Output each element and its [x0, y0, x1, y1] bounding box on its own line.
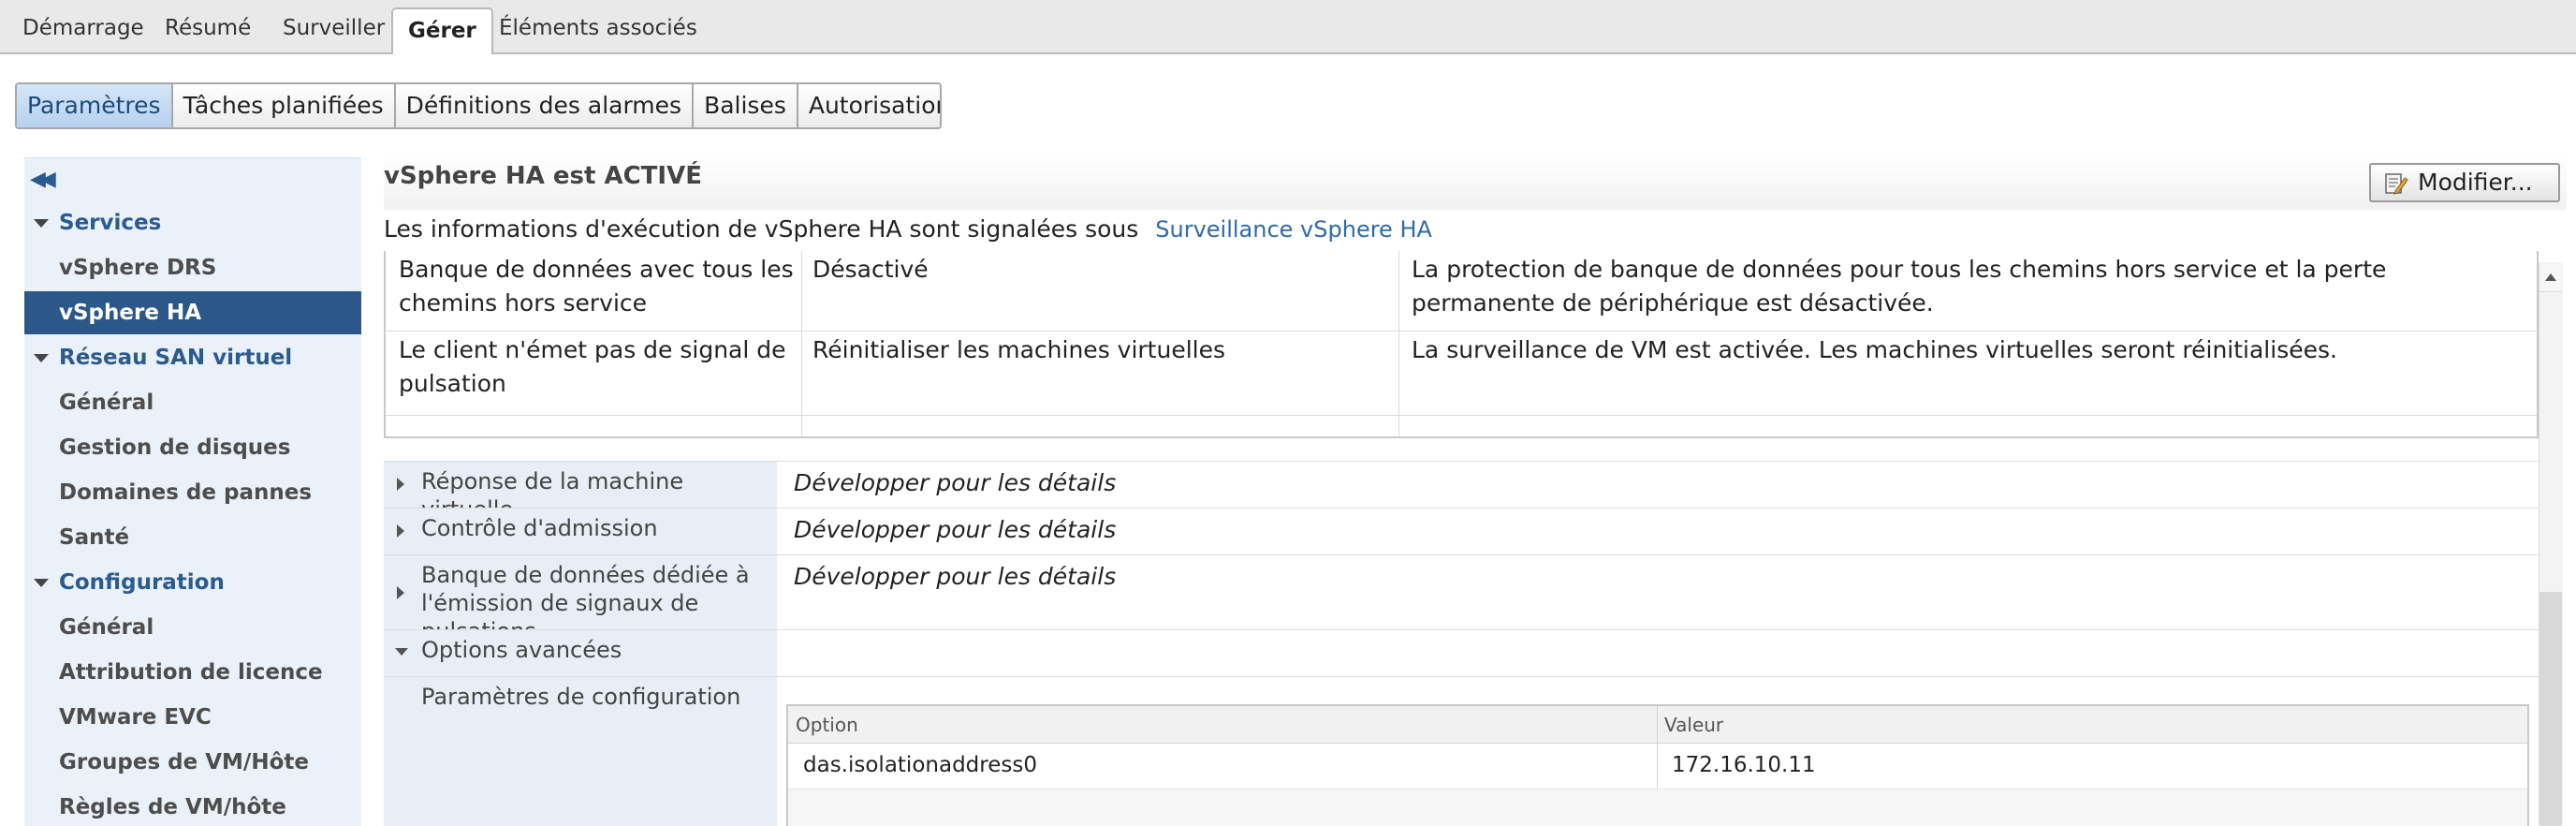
collapse-arrow-icon[interactable] — [395, 648, 408, 656]
property-label: Contrôle d'admission — [421, 515, 658, 541]
subtab-definitions-alarmes[interactable]: Définitions des alarmes — [395, 84, 695, 127]
sidebar-item-domaines-pannes[interactable]: Domaines de pannes — [24, 471, 361, 514]
scrollbar-thumb[interactable] — [2539, 592, 2562, 826]
caret-down-icon — [34, 219, 49, 228]
failure-response: Réinitialiser les machines virtuelles — [812, 336, 1226, 363]
column-header-valeur[interactable]: Valeur — [1664, 714, 1723, 736]
ha-monitoring-link[interactable]: Surveillance vSphere HA — [1155, 216, 1432, 243]
collapse-sidebar-icon[interactable]: ◀◀ — [30, 166, 56, 194]
expand-arrow-icon[interactable] — [397, 478, 404, 491]
sidebar-group-label: Réseau SAN virtuel — [59, 346, 293, 370]
edit-button[interactable]: Modifier... — [2369, 163, 2560, 202]
column-header-option[interactable]: Option — [796, 714, 858, 736]
subtab-autorisations[interactable]: Autorisations — [798, 84, 940, 127]
property-label-cell: Options avancées — [384, 630, 777, 676]
property-row-reponse-vm[interactable]: Réponse de la machine virtuelle Développ… — [384, 461, 2539, 523]
property-label: Options avancées — [421, 637, 622, 663]
property-value: Développer pour les détails — [794, 516, 1117, 543]
sidebar-group-services[interactable]: Services — [24, 201, 361, 244]
tab-surveiller[interactable]: Surveiller — [283, 11, 385, 54]
caret-down-icon — [34, 354, 49, 362]
config-params-label: Paramètres de configuration — [421, 684, 741, 710]
advanced-options-grid: Option Valeur das.isolationaddress0 172.… — [786, 704, 2529, 826]
page-title: vSphere HA est ACTIVÉ — [384, 162, 702, 190]
edit-settings-icon — [2385, 173, 2408, 195]
sidebar-group-label: Services — [59, 211, 162, 235]
property-row-banque-signaux-pulsations[interactable]: Banque de données dédiée à l'émission de… — [384, 554, 2539, 644]
property-label-cell: Banque de données dédiée à l'émission de… — [384, 555, 777, 644]
subtab-taches-planifiees[interactable]: Tâches planifiées — [172, 84, 396, 127]
tab-resume[interactable]: Résumé — [165, 11, 251, 54]
table-row: Banque de données avec tous les chemins … — [386, 251, 2537, 332]
expand-arrow-icon[interactable] — [397, 524, 404, 538]
sidebar-item-general-vsan[interactable]: Général — [24, 381, 361, 424]
property-row-controle-admission[interactable]: Contrôle d'admission Développer pour les… — [384, 508, 2539, 554]
failure-details: La surveillance de VM est activée. Les m… — [1412, 336, 2337, 363]
tab-demarrage[interactable]: Démarrage — [22, 11, 144, 54]
sidebar-item-sante[interactable]: Santé — [24, 516, 361, 559]
expand-arrow-icon[interactable] — [397, 586, 404, 599]
sidebar-item-general-config[interactable]: Général — [24, 606, 361, 649]
sub-tab-bar: Paramètres Tâches planifiées Définitions… — [15, 82, 942, 129]
subtab-balises[interactable]: Balises — [694, 84, 798, 127]
property-label-cell: Réponse de la machine virtuelle — [384, 462, 777, 523]
failure-response-table: Banque de données avec tous les chemins … — [384, 251, 2539, 438]
sidebar-item-vsphere-ha[interactable]: vSphere HA — [24, 291, 361, 334]
caret-down-icon — [34, 579, 49, 587]
info-text: Les informations d'exécution de vSphere … — [384, 215, 1139, 243]
property-value: Développer pour les détails — [794, 563, 1117, 590]
sidebar-group-label: Configuration — [59, 570, 225, 595]
failure-response: Désactivé — [812, 256, 929, 283]
sidebar-group-reseau-san-virtuel[interactable]: Réseau SAN virtuel — [24, 336, 361, 379]
subtab-parametres[interactable]: Paramètres — [17, 84, 173, 127]
top-tab-bar: Démarrage Résumé Surveiller Gérer Élémen… — [0, 0, 2576, 54]
property-value — [777, 630, 2539, 676]
info-line: Les informations d'exécution de vSphere … — [384, 215, 1432, 243]
option-value-cell[interactable]: 172.16.10.11 — [1672, 753, 1816, 777]
grid-header: Option Valeur — [788, 706, 2527, 744]
table-row: Le client n'émet pas de signal de pulsat… — [386, 332, 2537, 416]
edit-button-label: Modifier... — [2418, 169, 2533, 196]
tab-elements-associes[interactable]: Éléments associés — [499, 11, 697, 54]
sidebar-item-attribution-licence[interactable]: Attribution de licence — [24, 651, 361, 694]
ha-header — [384, 157, 2567, 210]
option-name-cell[interactable]: das.isolationaddress0 — [803, 753, 1037, 777]
settings-sidebar: ◀◀ Services vSphere DRS vSphere HA Résea… — [24, 157, 361, 826]
failure-condition: Banque de données avec tous les chemins … — [399, 256, 794, 317]
sidebar-item-vmware-evc[interactable]: VMware EVC — [24, 696, 361, 739]
property-row-options-avancees[interactable]: Options avancées — [384, 629, 2539, 676]
tab-gerer[interactable]: Gérer — [391, 7, 493, 54]
property-label-cell: Paramètres de configuration — [384, 677, 777, 826]
property-value: Développer pour les détails — [794, 469, 1117, 496]
sidebar-item-regles-vm-hote[interactable]: Règles de VM/hôte — [24, 786, 361, 826]
sidebar-group-configuration[interactable]: Configuration — [24, 561, 361, 604]
sidebar-item-gestion-disques[interactable]: Gestion de disques — [24, 426, 361, 469]
scroll-up-arrow-icon[interactable] — [2539, 264, 2562, 292]
table-row[interactable] — [788, 789, 2527, 826]
sidebar-item-vsphere-drs[interactable]: vSphere DRS — [24, 246, 361, 289]
sidebar-item-groupes-vm-hote[interactable]: Groupes de VM/Hôte — [24, 741, 361, 784]
failure-details: La protection de banque de données pour … — [1412, 256, 2387, 317]
failure-condition: Le client n'émet pas de signal de pulsat… — [399, 336, 786, 397]
property-label-cell: Contrôle d'admission — [384, 509, 777, 554]
